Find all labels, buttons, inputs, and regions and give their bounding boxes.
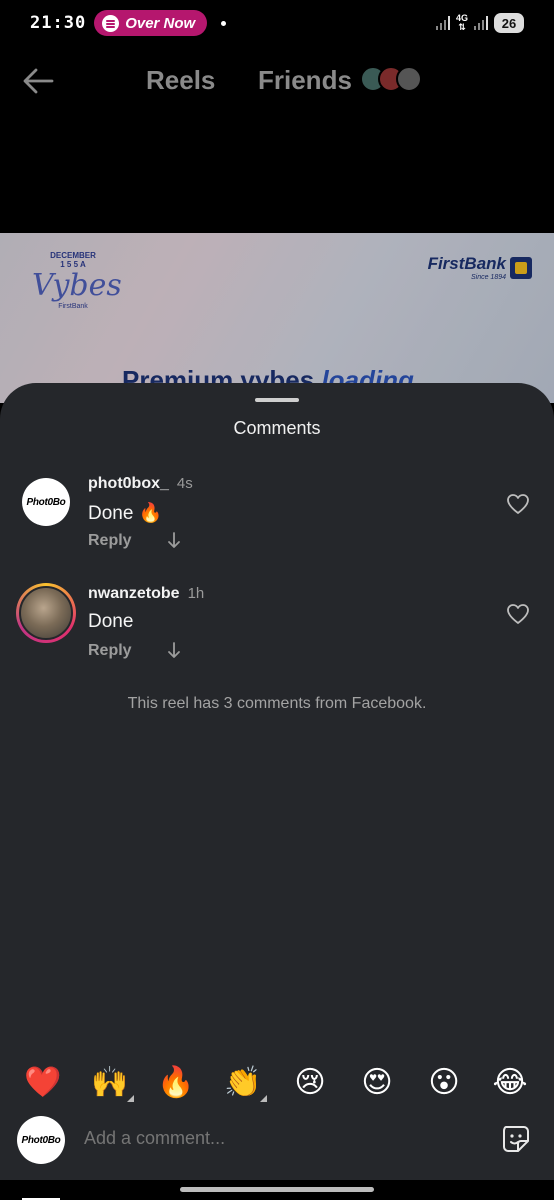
signal-icon-2 <box>474 16 488 30</box>
translate-arrow-icon[interactable] <box>166 530 182 550</box>
heart-icon[interactable] <box>506 493 530 515</box>
back-arrow-icon[interactable] <box>22 66 54 96</box>
sheet-title: Comments <box>233 418 321 438</box>
home-gesture-bar[interactable] <box>180 1187 374 1192</box>
avatar[interactable]: Phot0Bo <box>22 478 70 526</box>
top-nav: Reels Friends <box>0 52 554 110</box>
reaction-fire[interactable]: 🔥 <box>156 1065 196 1101</box>
quick-reactions-bar: ❤️ 🙌 🔥 👏 😢 😍 😮 😂 <box>0 1063 554 1107</box>
reel-video[interactable]: DECEMBER 1 5 5 A Vybes FirstBank FirstBa… <box>0 233 554 403</box>
tab-friends[interactable]: Friends <box>258 65 352 96</box>
reaction-heart-eyes[interactable]: 😍 <box>357 1065 397 1101</box>
reaction-surprised[interactable]: 😮 <box>424 1065 464 1101</box>
sticker-icon[interactable] <box>500 1123 532 1155</box>
profile-photo <box>19 586 73 640</box>
network-type: 4G ⇅ <box>455 13 468 32</box>
comments-sheet: Comments Phot0Bo phot0box_ 4s Done 🔥 Repl… <box>0 383 554 1200</box>
facebook-comments-note[interactable]: This reel has 3 comments from Facebook. <box>0 695 554 713</box>
comment-age: 1h <box>187 585 205 602</box>
comment-composer: Phot0Bo <box>0 1113 554 1173</box>
sheet-drag-handle[interactable] <box>255 398 299 402</box>
reaction-crying[interactable]: 😢 <box>290 1065 330 1101</box>
heart-icon[interactable] <box>506 603 530 625</box>
notification-dot-icon <box>221 20 227 26</box>
comment-text: Done <box>88 611 134 632</box>
comment-username[interactable]: phot0box_ 4s <box>88 475 193 493</box>
skin-tone-indicator-icon <box>127 1095 134 1102</box>
reply-button[interactable]: Reply <box>88 532 132 550</box>
friends-avatars[interactable] <box>360 66 422 92</box>
spotify-icon <box>102 14 120 32</box>
avatar[interactable] <box>16 583 76 643</box>
translate-arrow-icon[interactable] <box>166 640 182 660</box>
system-nav-bar <box>0 1180 554 1200</box>
reaction-laughing[interactable]: 😂 <box>490 1065 530 1101</box>
reaction-raised-hands[interactable]: 🙌 <box>90 1065 130 1101</box>
status-icons: 4G ⇅ 26 <box>435 13 524 33</box>
now-playing-title: Over Now <box>125 14 196 32</box>
comment-age: 4s <box>176 475 193 492</box>
reaction-clap[interactable]: 👏 <box>223 1065 263 1101</box>
add-comment-input[interactable] <box>84 1128 464 1149</box>
comment-item: nwanzetobe 1h Done Reply <box>0 583 554 673</box>
skin-tone-indicator-icon <box>260 1095 267 1102</box>
reply-button[interactable]: Reply <box>88 642 132 660</box>
comment-username[interactable]: nwanzetobe 1h <box>88 585 204 603</box>
comment-text: Done 🔥 <box>88 503 163 524</box>
status-time: 21:30 <box>30 13 87 33</box>
my-avatar: Phot0Bo <box>17 1116 65 1164</box>
friend-avatar <box>396 66 422 92</box>
reaction-heart[interactable]: ❤️ <box>23 1065 63 1101</box>
status-bar: 21:30 Over Now 4G ⇅ 26 <box>0 0 554 46</box>
comment-item: Phot0Bo phot0box_ 4s Done 🔥 Reply <box>0 473 554 563</box>
battery-icon: 26 <box>494 13 524 33</box>
now-playing-pill[interactable]: Over Now <box>94 10 208 36</box>
tab-reels[interactable]: Reels <box>146 65 215 96</box>
signal-icon <box>435 16 450 30</box>
